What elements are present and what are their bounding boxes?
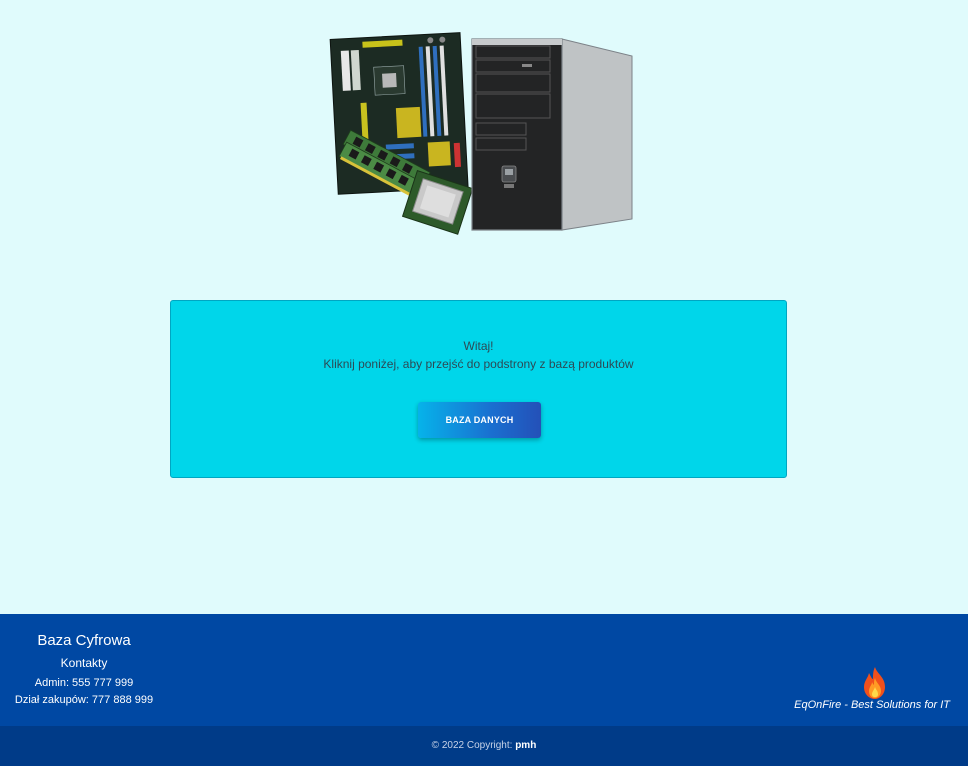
copyright-bar: © 2022 Copyright: pmh <box>0 726 968 766</box>
footer-tagline: EqOnFire - Best Solutions for IT <box>794 699 950 711</box>
welcome-instruction: Kliknij poniżej, aby przejść do podstron… <box>323 357 634 371</box>
footer-admin-contact: Admin: 555 777 999 <box>34 677 134 689</box>
footer-contacts-heading: Kontakty <box>60 656 108 670</box>
copyright-text: © 2022 Copyright: <box>431 740 516 751</box>
welcome-card: Witaj! Kliknij poniżej, aby przejść do p… <box>170 300 787 478</box>
footer-brand: Baza Cyfrowa <box>37 632 131 649</box>
fire-icon <box>864 667 885 699</box>
footer: Baza Cyfrowa Kontakty Admin: 555 777 999… <box>0 614 968 726</box>
welcome-greeting: Witaj! <box>463 339 494 353</box>
pc-tower-image <box>471 38 633 231</box>
database-button[interactable]: BAZA DANYCH <box>418 402 541 438</box>
copyright-author-link[interactable]: pmh <box>515 740 536 751</box>
computer-hardware-illustration <box>329 32 633 235</box>
footer-purchase-contact: Dział zakupów: 777 888 999 <box>14 694 154 706</box>
